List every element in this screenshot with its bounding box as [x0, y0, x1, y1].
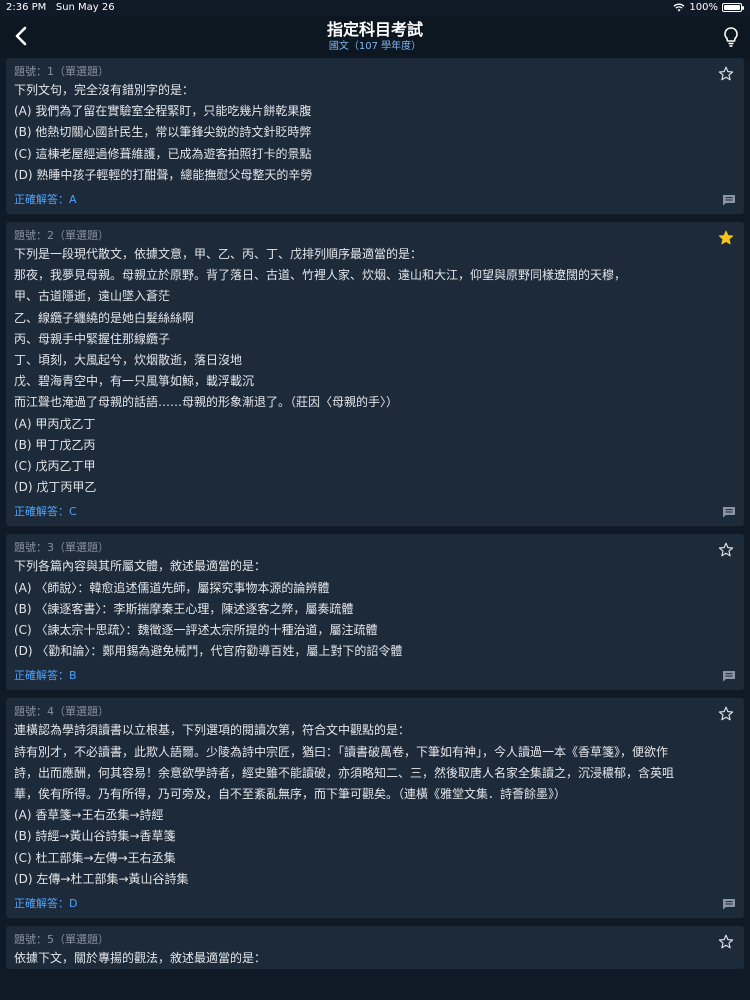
question-number: 題號：3（單選題）: [14, 541, 109, 555]
question-text-line: 而江聲也淹過了母親的話語……母親的形象漸退了。（莊因〈母親的手〉）: [14, 395, 399, 410]
question-text-line: 詩，出而應酬，何其容易！余意欲學詩者，經史雖不能讀破，亦須略知二、三，然後取唐人…: [14, 765, 675, 780]
question-text-line: 甲、古道隱逝，遠山墜入蒼茫: [14, 289, 171, 304]
star-outline-icon[interactable]: [718, 706, 734, 722]
question-text-line: 那夜，我夢見母親。母親立於原野。背了落日、古道、竹裡人家、炊烟、遠山和大江，仰望…: [14, 268, 627, 283]
question-text-line: (D) 左傳→杜工部集→黃山谷詩集: [14, 871, 189, 886]
status-time: 2:36 PM: [6, 2, 47, 13]
correct-answer: 正確解答：C: [14, 505, 77, 519]
star-filled-icon[interactable]: [718, 230, 734, 246]
question-text-line: 華，俟有所得。乃有所得，乃可旁及，自不至紊亂無序，而下筆可觀矣。（連橫《雅堂文集…: [14, 787, 567, 802]
wifi-icon: [673, 3, 685, 12]
question-stem: 下列文句，完全沒有錯別字的是：: [14, 83, 195, 97]
question-card: 題號：5（單選題） 依據下文，關於專揚的觀法，敘述最適當的是：: [6, 926, 744, 970]
battery-percent: 100%: [689, 2, 718, 13]
comment-icon[interactable]: [722, 898, 736, 910]
question-text-line: (B) 詩經→黃山谷詩集→香草箋: [14, 829, 176, 844]
question-stem: 下列是一段現代散文，依據文意，甲、乙、丙、丁、戊排列順序最適當的是：: [14, 247, 423, 262]
page-subtitle[interactable]: 國文（107 學年度）: [0, 37, 750, 52]
question-text-line: 詩有別才，不必讀書，此欺人語爾。少陵為詩中宗匠，猶曰：「讀書破萬卷，下筆如有神」…: [14, 744, 669, 759]
question-stem: 連橫認為學詩須讀書以立根基，下列選項的閱讀次第，符合文中觀點的是：: [14, 723, 411, 738]
question-card: 題號：4（單選題） 連橫認為學詩須讀書以立根基，下列選項的閱讀次第，符合文中觀點的…: [6, 698, 744, 919]
status-bar: 2:36 PM Sun May 26 100%: [0, 0, 750, 16]
status-date: Sun May 26: [55, 2, 115, 13]
question-text-line: (A) 香草箋→王右丞集→詩經: [14, 808, 164, 823]
comment-icon[interactable]: [722, 194, 736, 206]
question-text-line: (A) 我們為了留在實驗室全程緊盯，只能吃幾片餅乾果腹: [14, 104, 312, 119]
correct-answer: 正確解答：D: [14, 897, 78, 911]
question-number: 題號：5（單選題）: [14, 933, 109, 947]
question-text-line: 乙、線纜子纏繞的是她白髮絲絲啊: [14, 310, 195, 325]
question-text-line: 丁、頃刻，大風起兮，炊烟散逝，落日沒地: [14, 353, 243, 368]
question-card: 題號：3（單選題） 下列各篇內容與其所屬文體，敘述最適當的是： (A) 〈師說〉：韓…: [6, 534, 744, 691]
lightbulb-icon[interactable]: [722, 26, 740, 48]
question-text-line: 丙、母親手中緊握住那線纜子: [14, 331, 171, 346]
comment-icon[interactable]: [722, 506, 736, 518]
correct-answer: 正確解答：B: [14, 669, 77, 683]
question-stem: 下列各篇內容與其所屬文體，敘述最適當的是：: [14, 559, 267, 574]
question-text-line: (A) 甲丙戊乙丁: [14, 416, 96, 431]
question-text-line: (D) 〈勸和論〉：鄭用錫為避免械鬥，代官府勸導百姓，屬上對下的詔令體: [14, 644, 403, 659]
question-text-line: (C) 這棟老屋經過修葺維護，已成為遊客拍照打卡的景點: [14, 146, 312, 161]
battery-icon: [722, 3, 744, 12]
question-text-line: (C) 戊丙乙丁甲: [14, 459, 96, 474]
question-text-line: 戊、碧海青空中，有一只風箏如鯨，載浮載沉: [14, 374, 255, 389]
navigation-bar: 指定科目考試 國文（107 學年度）: [0, 16, 750, 58]
question-text-line: (A) 〈師說〉：韓愈追述儒道先師，屬探究事物本源的論辨體: [14, 580, 330, 595]
question-number: 題號：4（單選題）: [14, 705, 109, 719]
question-card: 題號：2（單選題） 下列是一段現代散文，依據文意，甲、乙、丙、丁、戊排列順序最適當…: [6, 222, 744, 527]
question-text-line: (C) 杜工部集→左傳→王右丞集: [14, 850, 176, 865]
star-outline-icon[interactable]: [718, 66, 734, 82]
status-time-date: 2:36 PM Sun May 26: [6, 2, 115, 13]
question-list: 題號：1（單選題） 下列文句，完全沒有錯別字的是： (A) 我們為了留在實驗室全程緊…: [6, 58, 744, 977]
question-card: 題號：1（單選題） 下列文句，完全沒有錯別字的是： (A) 我們為了留在實驗室全程緊…: [6, 58, 744, 215]
star-outline-icon[interactable]: [718, 934, 734, 950]
question-text-line: (C) 〈諫太宗十思疏〉：魏徵逐一評述太宗所提的十種治道，屬注疏體: [14, 623, 378, 638]
question-text-line: (B) 他熱切關心國計民生，常以筆鋒尖銳的詩文針貶時弊: [14, 125, 312, 140]
question-text-line: (D) 熟睡中孩子輕輕的打酣聲，總能撫慰父母整天的辛勞: [14, 167, 313, 182]
correct-answer: 正確解答：A: [14, 193, 77, 207]
question-number: 題號：1（單選題）: [14, 65, 109, 78]
question-stem: 依據下文，關於專揚的觀法，敘述最適當的是：: [14, 951, 267, 966]
question-text-line: (D) 戊丁丙甲乙: [14, 480, 97, 495]
question-number: 題號：2（單選題）: [14, 229, 109, 243]
star-outline-icon[interactable]: [718, 542, 734, 558]
comment-icon[interactable]: [722, 670, 736, 682]
question-text-line: (B) 〈諫逐客書〉：李斯揣摩秦王心理，陳述逐客之弊，屬奏疏體: [14, 601, 354, 616]
status-right: 100%: [673, 2, 744, 13]
question-text-line: (B) 甲丁戊乙丙: [14, 437, 96, 452]
